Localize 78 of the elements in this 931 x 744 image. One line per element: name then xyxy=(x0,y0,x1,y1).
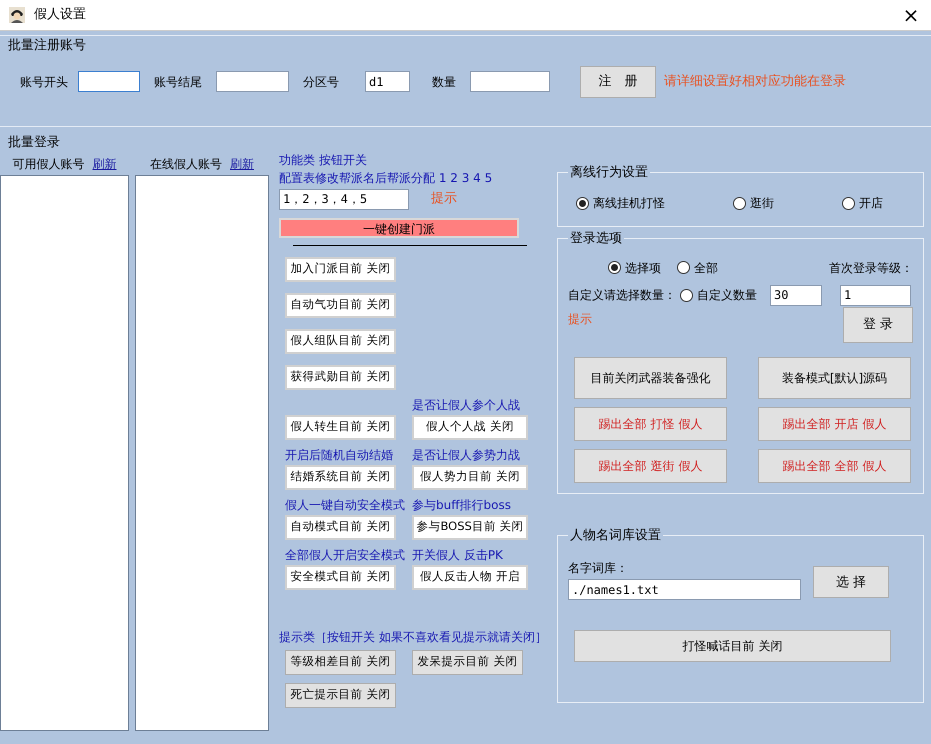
kick-button[interactable]: 踢出全部 逛街 假人 xyxy=(574,448,727,483)
create-sect-button[interactable]: 一键创建门派 xyxy=(279,218,519,238)
hint-text: 提示 xyxy=(568,310,592,328)
app-icon xyxy=(8,6,26,24)
refresh-link[interactable]: 刷新 xyxy=(230,154,254,172)
toggle-button[interactable]: 等级相差目前 关闭 xyxy=(285,650,396,674)
caption-text: 全部假人开启安全模式 xyxy=(285,548,406,562)
radio-button[interactable] xyxy=(842,196,855,210)
toggle-button[interactable]: 获得武勋目前 关闭 xyxy=(285,364,396,390)
list-heading: 可用假人账号 xyxy=(12,156,84,172)
field-label: 名字词库： xyxy=(568,560,629,578)
radio-label[interactable]: 离线挂机打怪 xyxy=(593,194,665,212)
input-field[interactable] xyxy=(216,71,289,92)
list-heading: 在线假人账号 xyxy=(150,156,222,172)
radio-label[interactable]: 自定义数量 xyxy=(697,286,757,304)
caption-text: 是否让假人参个人战 xyxy=(412,398,521,412)
config-label: 配置表修改帮派名后帮派分配 1 2 3 4 5 xyxy=(279,170,494,184)
radio-button[interactable] xyxy=(576,196,589,210)
toggle-button[interactable]: 安全模式目前 关闭 xyxy=(285,564,396,590)
register-button[interactable]: 注 册 xyxy=(580,66,656,98)
refresh-link[interactable]: 刷新 xyxy=(92,154,116,172)
kick-button[interactable]: 踢出全部 开店 假人 xyxy=(758,406,911,441)
toggle-button[interactable]: 假人个人战 关闭 xyxy=(412,414,528,440)
toggle-button[interactable]: 自动模式目前 关闭 xyxy=(285,514,396,540)
field-label: 自定义请选择数量： xyxy=(568,287,676,304)
kick-button[interactable]: 踢出全部 全部 假人 xyxy=(758,448,911,483)
toggle-button[interactable]: 自动气功目前 关闭 xyxy=(285,292,396,318)
hint-text: 提示 xyxy=(431,190,457,208)
count-field[interactable]: 30 xyxy=(770,284,822,306)
toggle-button[interactable]: 假人组队目前 关闭 xyxy=(285,328,396,354)
choose-button[interactable]: 选 择 xyxy=(813,566,889,598)
radio-label[interactable]: 全部 xyxy=(694,258,718,277)
input-field[interactable] xyxy=(470,71,550,92)
group-legend: 离线行为设置 xyxy=(568,164,650,180)
caption-text: 是否让假人参势力战 xyxy=(412,448,521,462)
caption-text: 开关假人 反击PK xyxy=(412,548,504,562)
action-button[interactable]: 目前关闭武器装备强化 xyxy=(574,356,727,399)
config-field[interactable]: 1，2，3，4，5 xyxy=(279,188,409,210)
section-legend: 批量登录 xyxy=(0,133,931,152)
toggle-button[interactable]: 假人反击人物 开启 xyxy=(412,564,528,590)
caption-text: 假人一键自动安全模式 xyxy=(285,498,406,512)
radio-button[interactable] xyxy=(677,261,690,274)
kick-button[interactable]: 踢出全部 打怪 假人 xyxy=(574,406,727,441)
field-label: 账号结尾 xyxy=(154,74,202,90)
field-label: 数量 xyxy=(432,74,456,90)
section-heading: 功能类 按钮开关 xyxy=(279,152,368,166)
section-heading: 提示类［按钮开关 如果不喜欢看见提示就请关闭］ xyxy=(279,630,548,644)
close-button[interactable]: × xyxy=(891,4,931,26)
radio-button[interactable] xyxy=(680,288,693,302)
action-button[interactable]: 装备模式[默认]源码 xyxy=(758,356,911,399)
toggle-button[interactable]: 假人转生目前 关闭 xyxy=(285,414,396,440)
toggle-button[interactable]: 发呆提示目前 关闭 xyxy=(412,650,523,674)
group-legend: 登录选项 xyxy=(568,231,624,247)
radio-button[interactable] xyxy=(608,261,621,274)
radio-label[interactable]: 开店 xyxy=(859,194,883,212)
shout-button[interactable]: 打怪喊话目前 关闭 xyxy=(574,630,891,662)
caption-text: 开启后随机自动结婚 xyxy=(285,448,394,462)
level-field[interactable]: 1 xyxy=(840,284,911,306)
radio-label[interactable]: 逛街 xyxy=(750,194,774,212)
window-title: 假人设置 xyxy=(34,6,87,24)
input-field[interactable] xyxy=(78,71,140,92)
toggle-button[interactable]: 结婚系统目前 关闭 xyxy=(285,464,396,490)
field-label: 首次登录等级： xyxy=(829,260,913,277)
field-label: 分区号 xyxy=(303,74,339,90)
caption-text: 参与buff排行boss xyxy=(412,498,512,512)
radio-button[interactable] xyxy=(733,196,746,210)
toggle-button[interactable]: 加入门派目前 关闭 xyxy=(285,256,396,282)
toggle-button[interactable]: 假人势力目前 关闭 xyxy=(412,464,528,490)
radio-label[interactable]: 选择项 xyxy=(625,258,661,277)
field-label: 账号开头 xyxy=(20,74,68,90)
group-legend: 人物名词库设置 xyxy=(568,528,663,544)
section-legend: 批量注册账号 xyxy=(0,36,931,56)
file-field[interactable]: ./names1.txt xyxy=(568,579,801,600)
login-button[interactable]: 登 录 xyxy=(843,306,913,343)
toggle-button[interactable]: 死亡提示目前 关闭 xyxy=(285,682,396,708)
notice-text: 请详细设置好相对应功能在登录 xyxy=(664,72,846,91)
input-field[interactable]: d1 xyxy=(365,71,410,92)
toggle-button[interactable]: 参与BOSS目前 关闭 xyxy=(412,514,528,540)
